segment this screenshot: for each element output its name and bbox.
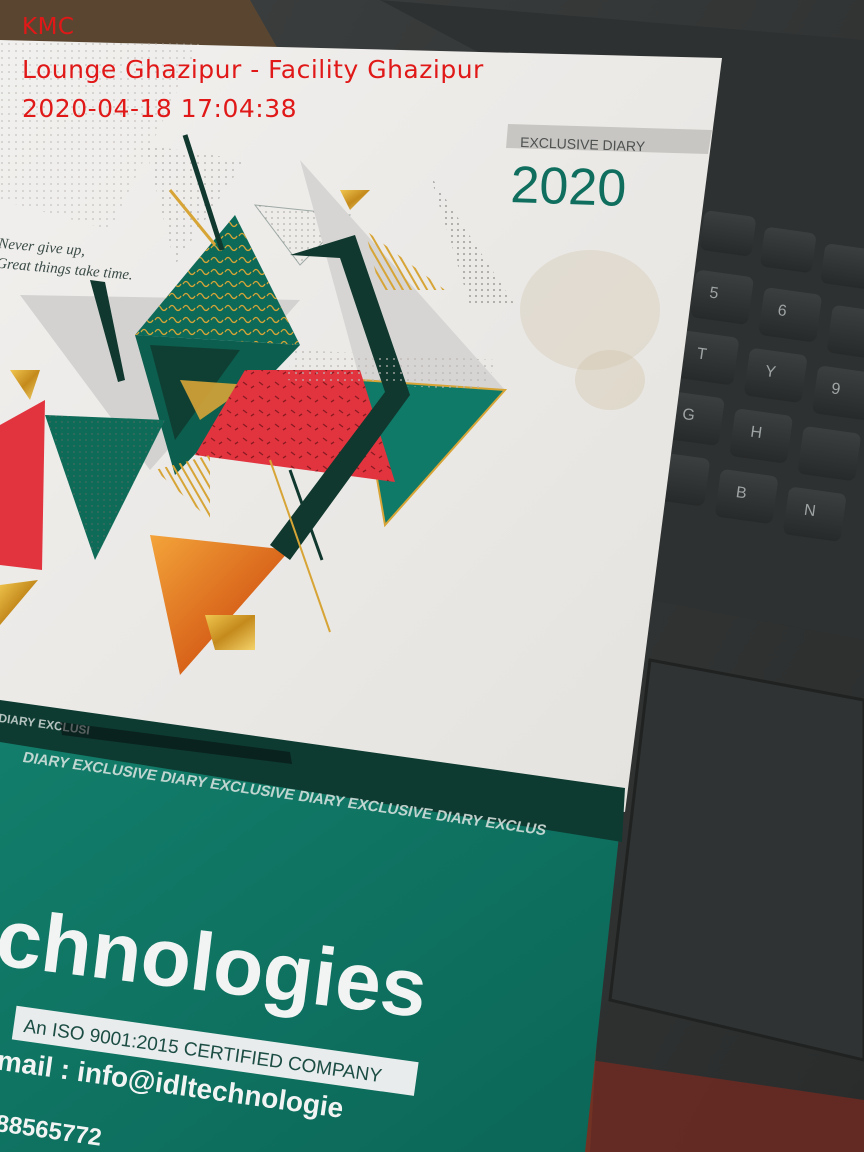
timestamp-line-2: Lounge Ghazipur - Facility Ghazipur: [22, 55, 484, 84]
key-label: H: [749, 424, 763, 442]
timestamp-line-1: KMC: [22, 14, 75, 40]
key-label: G: [681, 406, 696, 425]
diary-year: 2020: [510, 156, 628, 218]
diary-cover: EXCLUSIVE DIARY 2020 Never give up, Grea…: [0, 40, 722, 842]
key-label: N: [803, 502, 817, 520]
photo-scene: 5 6 T Y 9 G H B N chnologies An ISO 9001…: [0, 0, 864, 1152]
timestamp-line-3: 2020-04-18 17:04:38: [22, 94, 298, 123]
laptop-touchpad: [608, 658, 864, 1062]
